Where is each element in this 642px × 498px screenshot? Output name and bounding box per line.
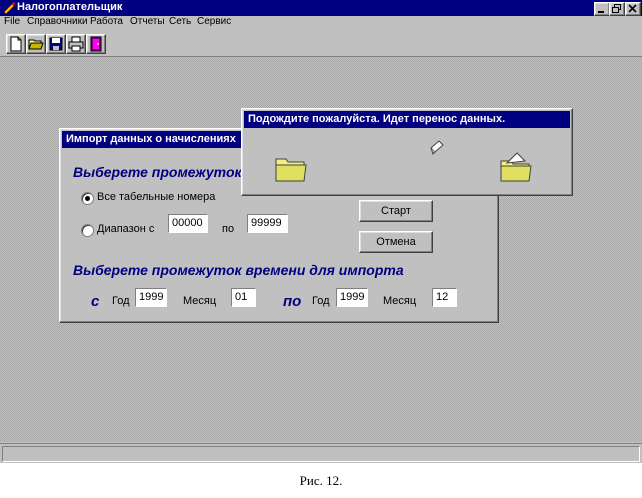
destination-folder-icon bbox=[500, 152, 532, 182]
status-bar bbox=[0, 443, 642, 463]
exit-door-icon bbox=[90, 36, 102, 52]
range-to-label: по bbox=[222, 223, 235, 235]
flying-document-icon bbox=[430, 140, 444, 155]
app-window: Налогоплательщик File Справочники Работа… bbox=[0, 0, 642, 463]
progress-dialog: Подождите пожалуйста. Идет перенос данны… bbox=[241, 108, 573, 196]
open-folder-icon bbox=[28, 39, 44, 50]
open-button[interactable] bbox=[26, 34, 46, 54]
start-button[interactable]: Старт bbox=[359, 200, 433, 222]
progress-title-bar[interactable]: Подождите пожалуйста. Идет перенос данны… bbox=[244, 111, 570, 128]
restore-icon bbox=[612, 4, 621, 13]
to-year-input[interactable]: 1999 bbox=[336, 288, 368, 307]
status-pane bbox=[2, 446, 640, 462]
minimize-button[interactable] bbox=[594, 2, 610, 16]
restore-button[interactable] bbox=[609, 2, 625, 16]
close-icon bbox=[628, 4, 637, 13]
import-dialog-title: Импорт данных о начислениях bbox=[66, 133, 236, 145]
source-folder-icon bbox=[275, 158, 307, 182]
app-pen-icon bbox=[3, 2, 15, 14]
range-from-input[interactable]: 00000 bbox=[168, 214, 208, 233]
figure-caption: Рис. 12. bbox=[299, 473, 343, 488]
to-month-input[interactable]: 12 bbox=[432, 288, 457, 307]
save-disk-icon bbox=[49, 37, 63, 51]
all-numbers-radio[interactable] bbox=[81, 192, 94, 205]
menu-file[interactable]: File bbox=[4, 16, 20, 27]
exit-button[interactable] bbox=[86, 34, 106, 54]
to-label: по bbox=[283, 293, 302, 310]
to-month-label: Месяц bbox=[383, 295, 417, 307]
from-year-input[interactable]: 1999 bbox=[135, 288, 167, 307]
from-month-input[interactable]: 01 bbox=[231, 288, 256, 307]
window-title: Налогоплательщик bbox=[17, 1, 123, 13]
from-year-label: Год bbox=[112, 295, 130, 307]
close-button[interactable] bbox=[625, 2, 641, 16]
title-bar[interactable]: Налогоплательщик bbox=[0, 0, 642, 16]
menu-directories[interactable]: Справочники bbox=[27, 16, 88, 27]
print-icon bbox=[68, 36, 84, 52]
range-radio[interactable] bbox=[81, 224, 94, 237]
from-label: с bbox=[91, 293, 100, 310]
toolbar bbox=[0, 32, 642, 57]
save-button[interactable] bbox=[46, 34, 66, 54]
menu-network[interactable]: Сеть bbox=[169, 16, 191, 27]
range-label: Диапазон с bbox=[97, 223, 155, 235]
to-year-label: Год bbox=[312, 295, 330, 307]
numbers-range-heading: Выберете промежуток bbox=[73, 164, 242, 180]
all-numbers-label: Все табельные номера bbox=[97, 191, 216, 203]
time-range-heading: Выберете промежуток времени для импорта bbox=[73, 262, 404, 278]
minimize-icon bbox=[598, 11, 604, 13]
menu-reports[interactable]: Отчеты bbox=[130, 16, 165, 27]
new-button[interactable] bbox=[6, 34, 26, 54]
menu-bar: File Справочники Работа Отчеты Сеть Серв… bbox=[0, 16, 642, 30]
cancel-button[interactable]: Отмена bbox=[359, 231, 433, 253]
from-month-label: Месяц bbox=[183, 295, 217, 307]
progress-title: Подождите пожалуйста. Идет перенос данны… bbox=[248, 113, 506, 125]
print-button[interactable] bbox=[66, 34, 86, 54]
menu-service[interactable]: Сервис bbox=[197, 16, 231, 27]
new-document-icon bbox=[10, 36, 23, 52]
range-to-input[interactable]: 99999 bbox=[247, 214, 288, 233]
menu-work[interactable]: Работа bbox=[90, 16, 123, 27]
